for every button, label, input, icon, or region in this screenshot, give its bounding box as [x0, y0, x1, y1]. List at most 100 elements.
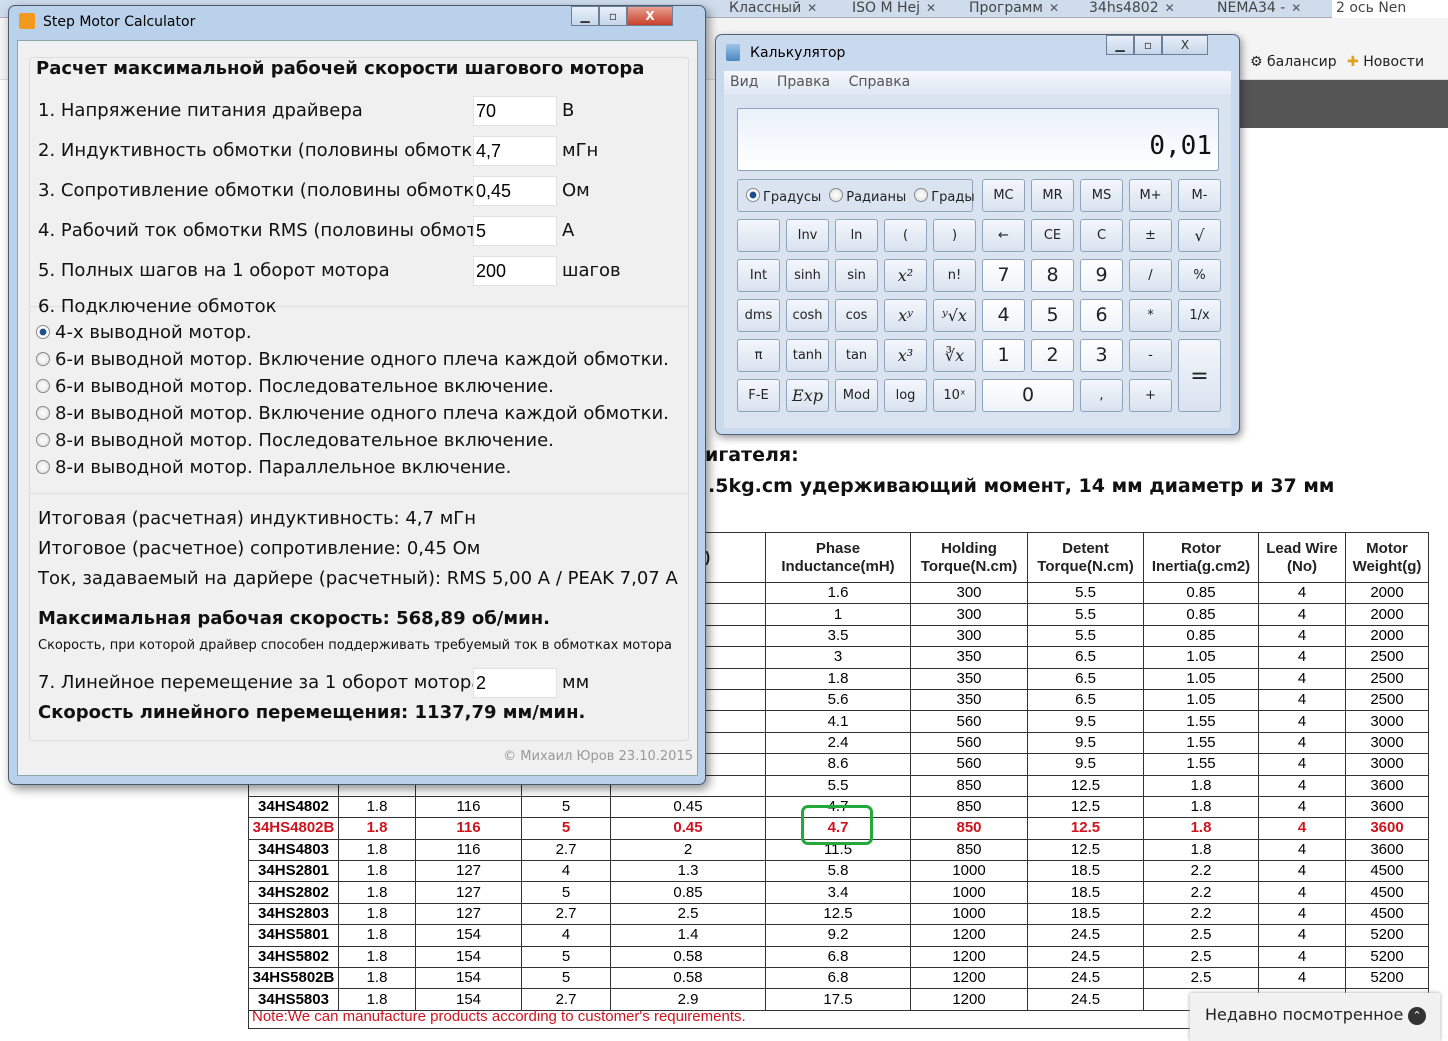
radio-button[interactable]: [36, 460, 50, 474]
calc-button[interactable]: ∛x: [933, 339, 976, 372]
field-input[interactable]: [473, 216, 557, 246]
menu-help[interactable]: Справка: [849, 74, 911, 90]
calc-button[interactable]: 4: [982, 299, 1025, 332]
calc-button[interactable]: tan: [835, 339, 878, 372]
calc-button[interactable]: Exp: [786, 379, 829, 412]
calc-button[interactable]: √: [1178, 219, 1221, 252]
calc-button[interactable]: 1/x: [1178, 299, 1221, 332]
wiring-option[interactable]: 8-и выводной мотор. Последовательное вкл…: [36, 430, 554, 451]
calc-button[interactable]: 5: [1031, 299, 1074, 332]
radio-button[interactable]: [36, 433, 50, 447]
menu-edit[interactable]: Правка: [777, 74, 830, 90]
field-input[interactable]: [473, 176, 557, 206]
calc-button[interactable]: Mod: [835, 379, 878, 412]
calc-button[interactable]: F-E: [737, 379, 780, 412]
bookmark-balansir[interactable]: ⚙ балансир: [1250, 54, 1337, 70]
calc-button[interactable]: 3: [1080, 339, 1123, 372]
close-tab-icon[interactable]: ✕: [926, 1, 936, 15]
maximize-button[interactable]: ▫: [1134, 35, 1162, 55]
calc-button[interactable]: %: [1178, 259, 1221, 292]
calc-button[interactable]: 9: [1080, 259, 1123, 292]
radio-button[interactable]: [36, 352, 50, 366]
close-tab-icon[interactable]: ✕: [1049, 1, 1059, 15]
wiring-option[interactable]: 6-и выводной мотор. Включение одного пле…: [36, 349, 669, 370]
calc-button[interactable]: /: [1129, 259, 1172, 292]
bookmark-news[interactable]: ✚ Новости: [1347, 54, 1424, 70]
calc-button[interactable]: +: [1129, 379, 1172, 412]
browser-tab[interactable]: Программ ✕: [965, 0, 1083, 18]
calc-button[interactable]: n!: [933, 259, 976, 292]
field-input[interactable]: [473, 96, 557, 126]
calc-button[interactable]: M+: [1129, 179, 1172, 212]
radio-button[interactable]: [36, 379, 50, 393]
calc-button[interactable]: ln: [835, 219, 878, 252]
menu-view[interactable]: Вид: [730, 74, 758, 90]
calc-button[interactable]: sin: [835, 259, 878, 292]
calc-button[interactable]: [737, 219, 780, 252]
calc-button[interactable]: x³: [884, 339, 927, 372]
angle-mode-radio[interactable]: Градусы: [746, 188, 821, 205]
calc-button[interactable]: -: [1129, 339, 1172, 372]
calc-button[interactable]: x²: [884, 259, 927, 292]
radio-button[interactable]: [914, 188, 929, 202]
calc-button[interactable]: cosh: [786, 299, 829, 332]
calc-button[interactable]: 6: [1080, 299, 1123, 332]
calc-button[interactable]: *: [1129, 299, 1172, 332]
calc-button[interactable]: (: [884, 219, 927, 252]
calc-button[interactable]: 2: [1031, 339, 1074, 372]
minimize-button[interactable]: ▁: [1106, 35, 1134, 55]
browser-tab[interactable]: ISO M Hej ✕: [848, 0, 966, 18]
calc-button[interactable]: 0: [982, 379, 1074, 412]
calc-button[interactable]: 8: [1031, 259, 1074, 292]
close-button[interactable]: X: [1162, 35, 1208, 55]
maximize-button[interactable]: ▫: [599, 6, 627, 26]
recently-viewed-panel[interactable]: Недавно посмотренное ⌃: [1190, 993, 1440, 1041]
calc-button[interactable]: tanh: [786, 339, 829, 372]
calc-button[interactable]: ,: [1080, 379, 1123, 412]
angle-mode-radio[interactable]: Радианы: [829, 188, 906, 205]
calc-button[interactable]: dms: [737, 299, 780, 332]
calc-button[interactable]: C: [1080, 219, 1123, 252]
field-input[interactable]: [473, 256, 557, 286]
calc-button[interactable]: 7: [982, 259, 1025, 292]
wiring-option[interactable]: 4-х выводной мотор.: [36, 322, 252, 343]
wiring-option[interactable]: 8-и выводной мотор. Включение одного пле…: [36, 403, 669, 424]
calc-button[interactable]: ʸ√x: [933, 299, 976, 332]
browser-tab[interactable]: 2 ось Nen: [1332, 0, 1448, 18]
calc-button[interactable]: sinh: [786, 259, 829, 292]
minimize-button[interactable]: ▁: [571, 6, 599, 26]
radio-button[interactable]: [36, 406, 50, 420]
calc-button[interactable]: Inv: [786, 219, 829, 252]
close-tab-icon[interactable]: ✕: [1291, 1, 1301, 15]
calc-button[interactable]: cos: [835, 299, 878, 332]
close-button[interactable]: X: [627, 6, 673, 26]
calc-button[interactable]: 1: [982, 339, 1025, 372]
radio-button[interactable]: [36, 325, 50, 339]
close-tab-icon[interactable]: ✕: [1165, 1, 1175, 15]
browser-tab[interactable]: 34hs4802 ✕: [1085, 0, 1203, 18]
browser-tab[interactable]: NEMA34 - ✕: [1213, 0, 1331, 18]
calc-button[interactable]: Int: [737, 259, 780, 292]
wiring-option[interactable]: 6-и выводной мотор. Последовательное вкл…: [36, 376, 554, 397]
radio-button[interactable]: [746, 188, 760, 202]
calc-button[interactable]: ): [933, 219, 976, 252]
calc-button[interactable]: M-: [1178, 179, 1221, 212]
close-tab-icon[interactable]: ✕: [807, 1, 817, 15]
wiring-option[interactable]: 8-и выводной мотор. Параллельное включен…: [36, 457, 511, 478]
field-input[interactable]: [473, 136, 557, 166]
linear-input[interactable]: [473, 668, 557, 698]
calc-button[interactable]: MC: [982, 179, 1025, 212]
calc-button[interactable]: xʸ: [884, 299, 927, 332]
chevron-up-icon[interactable]: ⌃: [1408, 1007, 1426, 1025]
angle-mode-radio[interactable]: Грады: [914, 188, 975, 205]
calc-button[interactable]: CE: [1031, 219, 1074, 252]
calc-button[interactable]: =: [1178, 339, 1221, 412]
browser-tab[interactable]: Классный ✕: [725, 0, 843, 18]
calc-button[interactable]: log: [884, 379, 927, 412]
radio-button[interactable]: [829, 188, 844, 202]
calc-button[interactable]: 10ˣ: [933, 379, 976, 412]
calc-button[interactable]: π: [737, 339, 780, 372]
calc-button[interactable]: MR: [1031, 179, 1074, 212]
calc-button[interactable]: ←: [982, 219, 1025, 252]
calc-button[interactable]: ±: [1129, 219, 1172, 252]
